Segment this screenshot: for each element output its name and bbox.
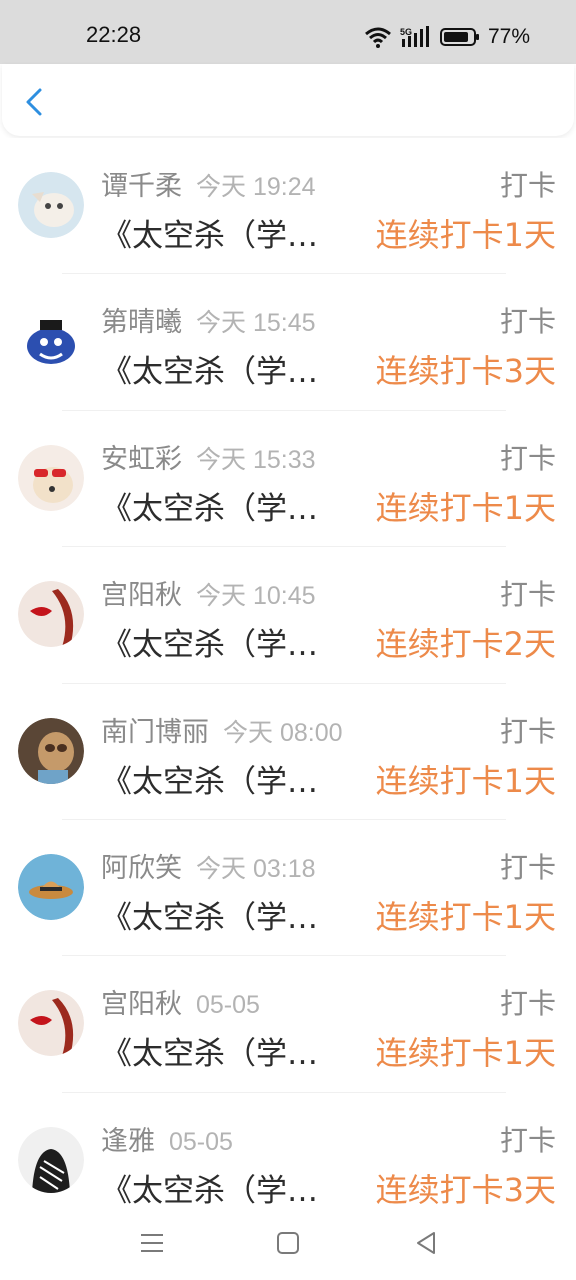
checkin-time: 今天 15:33 [196, 445, 316, 474]
checkin-user-name: 阿欣笑 今天 03:18 [101, 846, 316, 885]
avatar[interactable] [18, 717, 84, 784]
checkin-streak: 连续打卡1天 [375, 761, 556, 800]
checkin-time: 今天 15:45 [196, 309, 316, 338]
checkin-streak: 连续打卡1天 [375, 488, 556, 527]
avatar[interactable] [18, 853, 84, 920]
checkin-row[interactable]: 逢雅 05-05 打卡《太空杀（学… 连续打卡3天 [0, 1093, 576, 1208]
checkin-user-name: 南门博丽 今天 08:00 [101, 710, 343, 749]
checkin-time: 05-05 [169, 1127, 233, 1156]
header-bar [2, 64, 574, 136]
checkin-streak: 连续打卡3天 [375, 1170, 556, 1208]
checkin-type: 打卡 [499, 169, 556, 202]
user-name: 安虹彩 [101, 443, 182, 475]
svg-text:5G: 5G [400, 27, 412, 37]
checkin-user-name: 逢雅 05-05 [101, 1119, 233, 1158]
checkin-user-name: 宫阳秋 今天 10:45 [101, 573, 316, 612]
checkin-book-title: 《太空杀（学… [101, 899, 318, 936]
checkin-type: 打卡 [499, 987, 556, 1021]
user-name: 阿欣笑 [101, 852, 182, 884]
signal-5g-icon: 5G [400, 26, 429, 47]
status-icons: 5G 77% [364, 22, 530, 52]
checkin-type: 打卡 [499, 850, 556, 884]
avatar[interactable] [18, 172, 84, 238]
checkin-streak: 连续打卡3天 [375, 352, 556, 391]
back-triangle-icon[interactable] [409, 1226, 443, 1260]
checkin-streak: 连续打卡1天 [375, 897, 556, 936]
avatar[interactable] [18, 581, 84, 648]
checkin-row[interactable]: 南门博丽 今天 08:00 打卡《太空杀（学… 连续打卡1天 [0, 684, 576, 820]
checkin-user-name: 安虹彩 今天 15:33 [101, 437, 316, 476]
menu-icon[interactable] [135, 1226, 169, 1260]
checkin-type: 打卡 [499, 1123, 556, 1157]
avatar[interactable] [18, 308, 84, 375]
system-nav-bar [0, 1208, 576, 1280]
checkin-row[interactable]: 阿欣笑 今天 03:18 打卡《太空杀（学… 连续打卡1天 [0, 820, 576, 957]
wifi-icon [365, 27, 391, 48]
status-time: 22:28 [86, 22, 142, 47]
avatar[interactable] [18, 444, 84, 511]
checkin-user-name: 第晴曦 今天 15:45 [101, 300, 316, 339]
checkin-book-title: 《太空杀（学… [101, 218, 318, 254]
user-name: 逢雅 [101, 1125, 155, 1157]
checkin-book-title: 《太空杀（学… [101, 354, 318, 391]
battery-percent: 77% [487, 25, 530, 48]
user-name: 宫阳秋 [101, 580, 182, 612]
battery-icon [439, 28, 479, 46]
checkin-book-title: 《太空杀（学… [101, 763, 318, 800]
home-icon[interactable] [271, 1226, 305, 1260]
checkin-time: 今天 03:18 [196, 854, 316, 883]
checkin-type: 打卡 [499, 305, 556, 339]
checkin-list: 谭千柔 今天 19:24 打卡 《太空杀（学… 连续打卡1天 第晴曦 今天 15:45 打卡《… [0, 138, 576, 1208]
chevron-left-icon[interactable] [20, 84, 50, 120]
avatar[interactable] [18, 990, 84, 1057]
user-name: 宫阳秋 [101, 989, 182, 1021]
checkin-row[interactable]: 安虹彩 今天 15:33 打卡《太空杀（学… 连续打卡1天 [0, 411, 576, 548]
checkin-book-title: 《太空杀（学… [101, 1172, 318, 1208]
user-name: 谭千柔 [101, 171, 182, 202]
checkin-row[interactable]: 谭千柔 今天 19:24 打卡《太空杀（学… 连续打卡1天 [0, 138, 576, 275]
avatar[interactable] [18, 1126, 84, 1193]
checkin-time: 今天 19:24 [196, 173, 316, 201]
checkin-row[interactable]: 宫阳秋 今天 10:45 打卡《太空杀（学… 连续打卡2天 [0, 547, 576, 684]
checkin-time: 今天 08:00 [223, 718, 343, 747]
user-name: 南门博丽 [101, 716, 209, 748]
checkin-type: 打卡 [499, 714, 556, 748]
checkin-book-title: 《太空杀（学… [101, 490, 318, 527]
checkin-type: 打卡 [499, 441, 556, 475]
checkin-streak: 连续打卡2天 [375, 625, 556, 664]
status-bar: 22:28 5G 77% [0, 0, 576, 64]
checkin-time: 05-05 [196, 991, 260, 1020]
checkin-book-title: 《太空杀（学… [101, 1036, 318, 1073]
checkin-user-name: 宫阳秋 05-05 [101, 982, 260, 1021]
checkin-book-title: 《太空杀（学… [101, 627, 318, 664]
checkin-row[interactable]: 第晴曦 今天 15:45 打卡《太空杀（学… 连续打卡3天 [0, 274, 576, 411]
checkin-type: 打卡 [499, 578, 556, 612]
checkin-time: 今天 10:45 [196, 582, 316, 611]
checkin-user-name: 谭千柔 今天 19:24 [101, 164, 316, 203]
user-name: 第晴曦 [101, 307, 182, 339]
checkin-row[interactable]: 宫阳秋 05-05 打卡《太空杀（学… 连续打卡1天 [0, 956, 576, 1093]
checkin-streak: 连续打卡1天 [375, 216, 556, 254]
checkin-streak: 连续打卡1天 [375, 1034, 556, 1073]
